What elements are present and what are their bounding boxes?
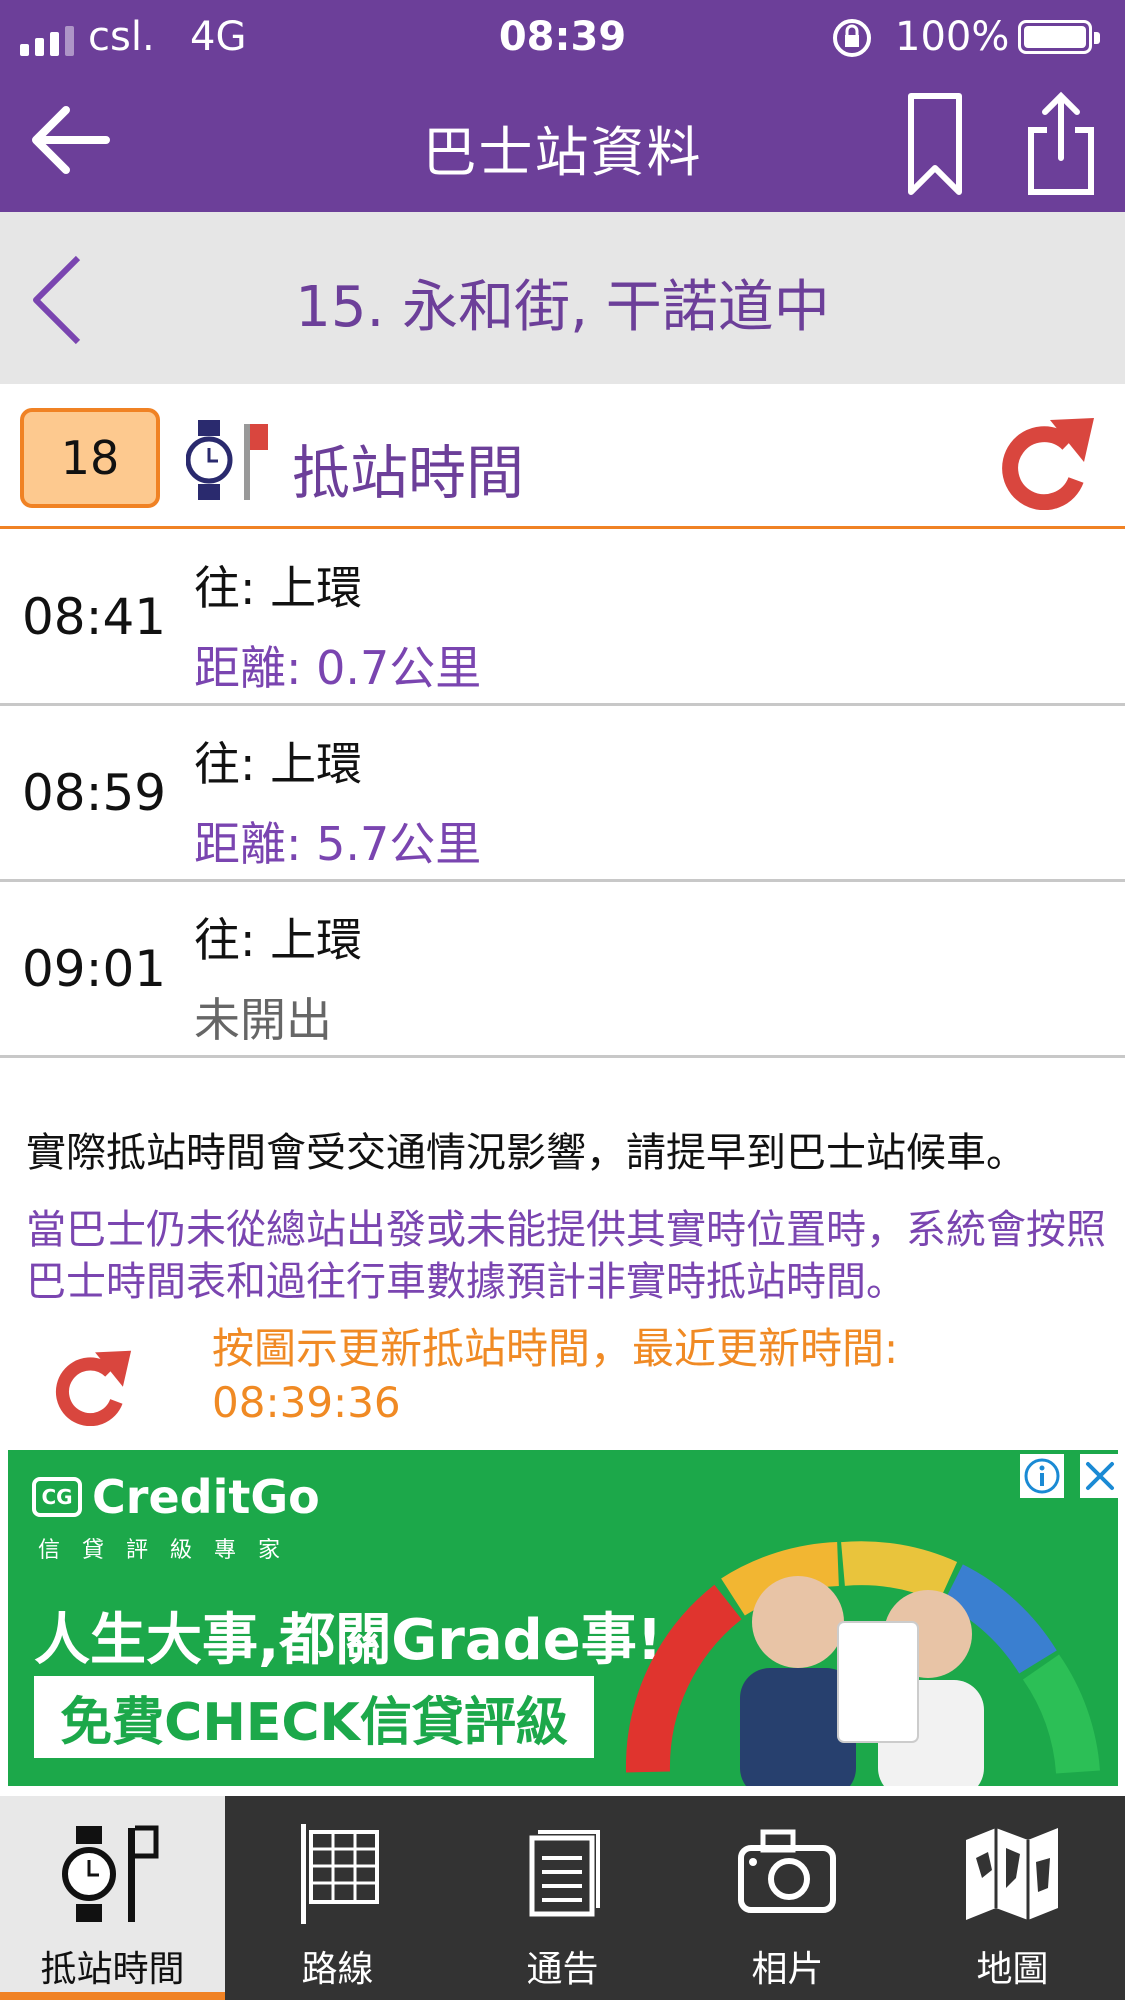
tab-notice[interactable]: 通告 [450,1796,675,2000]
clock-stop-icon [62,1825,159,1922]
battery-percent: 100% [895,14,1010,60]
update-prefix: 按圖示更新抵站時間，最近更新時間: [212,1324,899,1373]
tab-route[interactable]: 路線 [225,1796,450,2000]
eta-status: 未開出 [194,993,332,1047]
tab-label: 路線 [301,1949,374,1990]
refresh-icon[interactable] [46,1336,136,1426]
eta-row: 08:59 往: 上環 距離: 5.7公里 [0,706,1125,882]
battery-icon [1018,20,1100,54]
tab-photo[interactable]: 相片 [675,1796,900,2000]
eta-row: 09:01 往: 上環 未開出 [0,882,1125,1058]
credit-gauge-illustration [625,1541,1100,1786]
refresh-icon[interactable] [990,400,1100,510]
traffic-note: 實際抵站時間會受交通情況影響，請提早到巴士站候車。 [26,1130,1026,1176]
eta-time: 08:41 [22,588,167,646]
close-icon[interactable] [1080,1454,1118,1498]
route-grid-icon [301,1824,379,1924]
update-time: 08:39:36 [212,1378,401,1427]
eta-destination: 往: 上環 [194,737,363,791]
creditgo-logo-icon: CG [32,1477,82,1517]
eta-distance: 距離: 5.7公里 [194,817,482,871]
camera-icon [738,1829,836,1913]
eta-time: 08:59 [22,764,167,822]
tab-label: 地圖 [976,1949,1049,1990]
stop-name: 15. 永和街, 干諾道中 [295,275,830,340]
divider [0,526,1125,529]
info-icon[interactable] [1020,1454,1064,1498]
clock-stop-icon [186,420,268,500]
eta-distance: 距離: 0.7公里 [194,641,482,695]
last-update-text: 按圖示更新抵站時間，最近更新時間: 08:39:36 [212,1322,1092,1430]
tab-eta[interactable]: 抵站時間 [0,1796,225,2000]
route-number-badge[interactable]: 18 [20,408,160,508]
notice-icon [529,1830,600,1917]
share-icon[interactable] [1025,88,1097,198]
map-icon [966,1828,1058,1920]
ad-cta-button[interactable]: 免費CHECK信貸評級 [34,1676,594,1758]
eta-destination: 往: 上環 [194,913,363,967]
tab-label: 抵站時間 [40,1949,185,1990]
eta-row: 08:41 往: 上環 距離: 0.7公里 [0,530,1125,706]
estimate-note: 當巴士仍未從總站出發或未能提供其實時位置時，系統會按照巴士時間表和過往行車數據預… [26,1207,1106,1305]
ad-brand: CreditGo [92,1470,320,1524]
ad-headline: 人生大事,都關Grade事! [34,1608,663,1673]
tab-map[interactable]: 地圖 [900,1796,1125,2000]
rotation-lock-icon [833,19,871,57]
ad-banner[interactable]: CG CreditGo 信貸評級專家 人生大事,都關Grade事! 免費CHEC… [8,1450,1118,1786]
eta-destination: 往: 上環 [194,561,363,615]
tab-label: 通告 [526,1949,599,1990]
ad-brand-sub: 信貸評級專家 [38,1538,303,1563]
eta-time: 09:01 [22,940,167,998]
eta-heading: 抵站時間 [292,439,525,507]
bookmark-icon[interactable] [905,90,965,200]
tab-label: 相片 [751,1949,824,1990]
ad-logo: CG CreditGo [32,1470,320,1524]
